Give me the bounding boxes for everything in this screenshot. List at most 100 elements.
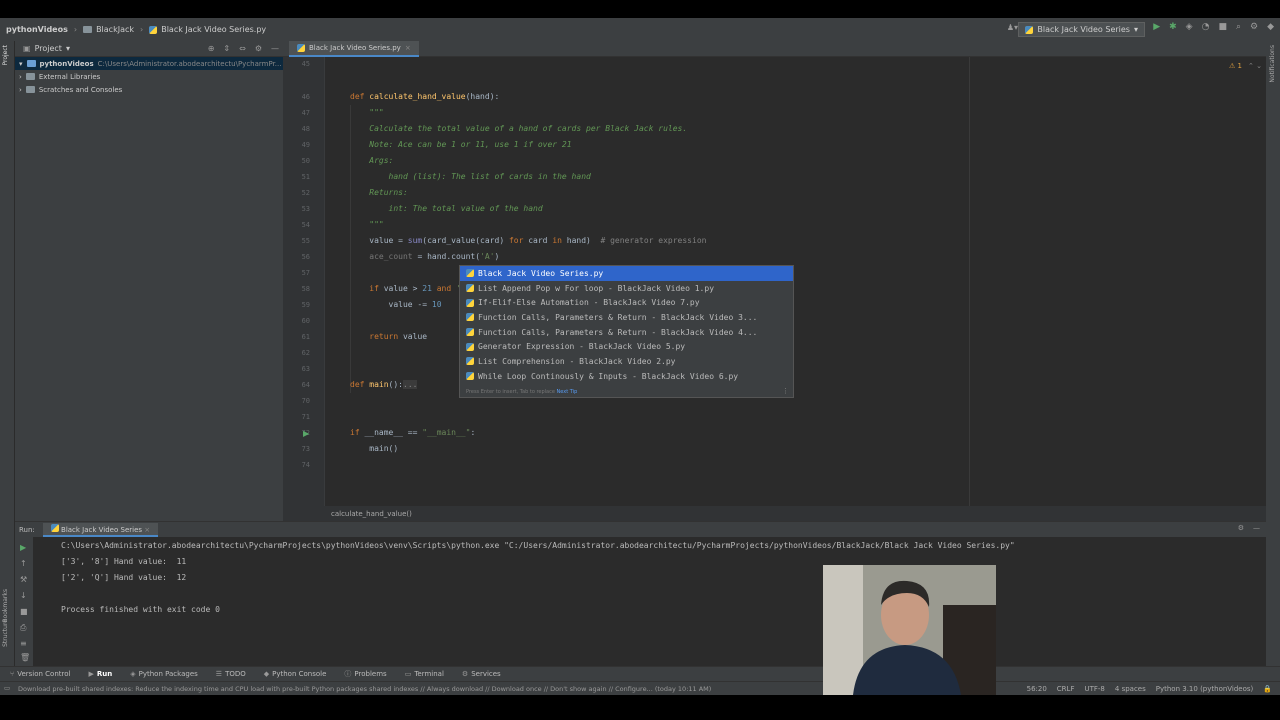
code-line: Args: — [350, 156, 394, 165]
right-tool-stripe: Notifications — [1266, 41, 1280, 666]
completion-item-label: Generator Expression - BlackJack Video 5… — [478, 342, 686, 352]
breadcrumb-folder[interactable]: BlackJack — [77, 25, 140, 34]
webcam-overlay — [823, 565, 996, 695]
debug-icon[interactable]: ✱ — [1169, 22, 1177, 32]
editor-tab-bar: Black Jack Video Series.py × ⋮ — [283, 41, 1280, 57]
code-line: return value — [369, 332, 428, 341]
stop-icon[interactable]: ■ — [20, 607, 28, 616]
run-console[interactable]: ▶ ↑ ⚒ ↓ ■ ⎙ ≡ 🗑 C:\Users\Administrator.a… — [15, 537, 1266, 666]
completion-item-label: While Loop Continously & Inputs - BlackJ… — [478, 371, 739, 381]
trash-icon[interactable]: 🗑 — [20, 653, 30, 662]
breadcrumb-function[interactable]: calculate_hand_value() — [331, 510, 412, 518]
run-tool-tab[interactable]: ▶ Run — [88, 670, 112, 678]
close-icon[interactable]: × — [144, 526, 150, 534]
status-toggle-icon[interactable]: ▭ — [4, 684, 10, 692]
tab-label: Problems — [354, 670, 387, 678]
line-number: 60 — [301, 317, 310, 325]
run-icon[interactable]: ▶ — [1153, 22, 1160, 32]
run-configuration-selector[interactable]: Black Jack Video Series ▾ — [1018, 22, 1145, 37]
completion-item[interactable]: While Loop Continously & Inputs - BlackJ… — [460, 369, 793, 384]
close-icon[interactable]: × — [405, 44, 411, 52]
structure-tool-button[interactable]: Structure — [2, 619, 9, 647]
tree-item-scratches[interactable]: › Scratches and Consoles — [15, 83, 283, 96]
services-icon: ⚙ — [461, 670, 469, 678]
bookmarks-tool-button[interactable]: Bookmarks — [2, 589, 9, 623]
wrench-icon[interactable]: ⚒ — [20, 575, 27, 584]
up-icon[interactable]: ↑ — [20, 559, 27, 568]
down-icon[interactable]: ↓ — [20, 591, 27, 600]
next-tip-link[interactable]: Next Tip — [557, 389, 578, 395]
line-number: 54 — [301, 221, 310, 229]
notifications-tool-button[interactable]: Notifications — [1269, 45, 1276, 83]
python-file-icon — [466, 284, 474, 293]
version-control-tab[interactable]: ⑂ Version Control — [10, 670, 70, 678]
chevron-down-icon[interactable]: ▾ — [66, 44, 70, 53]
todo-tab[interactable]: ☰ TODO — [216, 670, 246, 678]
editor-tab-active[interactable]: Black Jack Video Series.py × — [289, 41, 419, 57]
indent-setting[interactable]: 4 spaces — [1115, 685, 1146, 693]
navigate-problems-icon[interactable]: ⌃ ⌄ — [1248, 62, 1262, 70]
python-console-tab[interactable]: ◆ Python Console — [264, 670, 327, 678]
completion-item-label: Function Calls, Parameters & Return - Bl… — [478, 312, 758, 322]
soft-wrap-icon[interactable]: ≡ — [20, 639, 27, 648]
terminal-tab[interactable]: ▭ Terminal — [405, 670, 444, 678]
breadcrumb-project[interactable]: pythonVideos — [0, 25, 74, 34]
coverage-icon[interactable]: ◈ — [1186, 22, 1193, 32]
completion-item[interactable]: Function Calls, Parameters & Return - Bl… — [460, 325, 793, 340]
python-file-icon — [466, 342, 474, 351]
breadcrumb-file[interactable]: Black Jack Video Series.py — [143, 25, 272, 34]
hide-icon[interactable]: — — [271, 44, 279, 53]
line-number: 55 — [301, 237, 310, 245]
line-number: 56 — [301, 253, 310, 261]
completion-item[interactable]: If-Elif-Else Automation - BlackJack Vide… — [460, 295, 793, 310]
more-icon[interactable]: ⋮ — [782, 387, 789, 395]
completion-item[interactable]: Black Jack Video Series.py — [460, 266, 793, 281]
hide-icon[interactable]: — — [1253, 524, 1260, 532]
expand-all-icon[interactable]: ⇕ — [223, 44, 230, 53]
locate-icon[interactable]: ⊕ — [208, 44, 215, 53]
code-line: """ — [350, 108, 384, 117]
settings-icon[interactable]: ⚙ — [1250, 22, 1258, 32]
gear-icon[interactable]: ⚙ — [255, 44, 262, 53]
lock-icon[interactable]: 🔒 — [1263, 685, 1272, 693]
completion-item[interactable]: Function Calls, Parameters & Return - Bl… — [460, 310, 793, 325]
completion-popup[interactable]: Black Jack Video Series.py List Append P… — [459, 265, 794, 398]
stop-icon[interactable]: ■ — [1218, 22, 1227, 32]
completion-item[interactable]: Generator Expression - BlackJack Video 5… — [460, 339, 793, 354]
collapse-all-icon[interactable]: ⇔ — [239, 44, 246, 53]
search-icon[interactable]: ⌕ — [1236, 22, 1241, 32]
print-icon[interactable]: ⎙ — [20, 623, 26, 633]
python-file-icon — [466, 269, 474, 278]
rerun-icon[interactable]: ▶ — [20, 543, 26, 552]
tab-label: Python Packages — [138, 670, 198, 678]
line-number: 57 — [301, 269, 310, 277]
services-tab[interactable]: ⚙ Services — [462, 670, 501, 678]
line-number: 62 — [301, 349, 310, 357]
completion-item-label: If-Elif-Else Automation - BlackJack Vide… — [478, 298, 700, 308]
tree-item-label: Scratches and Consoles — [38, 85, 123, 94]
project-tool-button[interactable]: Project — [2, 45, 9, 66]
problems-tab[interactable]: ⓘ Problems — [344, 669, 386, 679]
user-icon[interactable]: ♟▾ — [1007, 23, 1018, 32]
completion-item-label: List Comprehension - BlackJack Video 2.p… — [478, 356, 676, 366]
line-number: 49 — [301, 141, 310, 149]
project-panel-title[interactable]: Project — [35, 44, 62, 53]
run-gutter-icon[interactable]: ▶ — [303, 429, 309, 438]
list-icon: ☰ — [215, 670, 223, 678]
jetbrains-icon[interactable]: ◆ — [1267, 22, 1274, 32]
console-line: C:\Users\Administrator.abodearchitectu\P… — [61, 541, 1015, 550]
python-packages-tab[interactable]: ◈ Python Packages — [130, 670, 198, 678]
caret-position[interactable]: 56:20 — [1027, 685, 1047, 693]
file-encoding[interactable]: UTF-8 — [1084, 685, 1104, 693]
warning-icon[interactable]: ⚠ 1 — [1229, 62, 1242, 70]
tree-item-pythonvideos[interactable]: ▾ pythonVideos C:\Users\Administrator.ab… — [15, 57, 283, 70]
line-separator[interactable]: CRLF — [1057, 685, 1075, 693]
completion-item[interactable]: List Append Pop w For loop - BlackJack V… — [460, 281, 793, 296]
profile-icon[interactable]: ◔ — [1202, 22, 1210, 32]
python-interpreter[interactable]: Python 3.10 (pythonVideos) — [1156, 685, 1254, 693]
run-tab[interactable]: Black Jack Video Series × — [42, 522, 159, 537]
completion-item[interactable]: List Comprehension - BlackJack Video 2.p… — [460, 354, 793, 369]
gear-icon[interactable]: ⚙ — [1238, 524, 1244, 532]
status-message[interactable]: Download pre-built shared indexes: Reduc… — [18, 685, 711, 693]
tree-item-external-libraries[interactable]: › External Libraries — [15, 70, 283, 83]
